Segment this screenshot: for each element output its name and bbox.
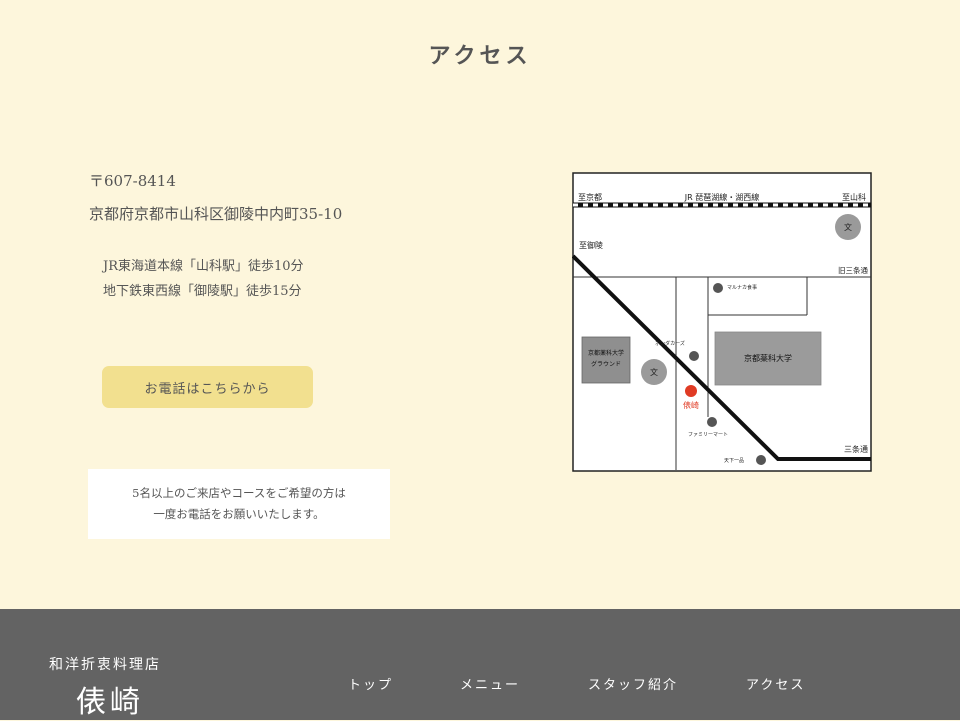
honda-cars-marker xyxy=(689,351,699,361)
phone-button[interactable]: お電話はこちらから xyxy=(102,366,313,408)
shop-marker xyxy=(685,385,697,397)
school-label: 文 xyxy=(650,367,658,377)
map-label-marunaka: マルナカ食事 xyxy=(727,284,757,291)
school-label: 文 xyxy=(844,222,852,232)
map-label-ground-1: 京都薬科大学 xyxy=(588,349,624,357)
route-subway: 地下鉄東西線「御陵駅」徒歩15分 xyxy=(103,284,302,299)
ground-block xyxy=(581,336,631,384)
map-label-kyu-sanjo: 旧三条通 xyxy=(838,265,868,275)
family-mart-marker xyxy=(707,417,717,427)
footer: 和洋折衷料理店 俵崎 トップ メニュー スタッフ紹介 アクセス xyxy=(0,609,960,720)
map-label-family-mart: ファミリーマート xyxy=(688,432,728,438)
map-label-to-yamashina: 至山科 xyxy=(842,192,866,202)
route-jr: JR東海道本線「山科駅」徒歩10分 xyxy=(103,259,304,274)
map-label-to-misasagi: 至御陵 xyxy=(579,240,603,250)
address: 京都府京都市山科区御陵中内町35-10 xyxy=(89,205,343,223)
tenkaippin-marker xyxy=(756,455,766,465)
page-title: アクセス xyxy=(428,43,532,69)
map-label-tenkaippin: 天下一品 xyxy=(724,458,744,464)
route-list: JR東海道本線「山科駅」徒歩10分 地下鉄東西線「御陵駅」徒歩15分 xyxy=(103,254,304,304)
notice-line: 一度お電話をお願いいたします。 xyxy=(153,507,325,521)
nav-top[interactable]: トップ xyxy=(348,674,393,693)
nav-staff[interactable]: スタッフ紹介 xyxy=(588,674,678,693)
notice-line: 5名以上のご来店やコースをご希望の方は xyxy=(132,486,346,500)
marunaka-marker xyxy=(713,283,723,293)
map-label-shop: 俵崎 xyxy=(683,400,699,410)
map-label-railway: JR 琵琶湖線・湖西線 xyxy=(684,192,759,202)
access-map: 至京都 JR 琵琶湖線・湖西線 至山科 至御陵 旧三条通 三条通 文 マルナカ食… xyxy=(572,172,872,472)
nav-menu[interactable]: メニュー xyxy=(460,674,520,693)
map-label-ground-2: グラウンド xyxy=(591,360,621,368)
footer-logo[interactable]: 俵崎 xyxy=(76,677,144,721)
map-label-sanjo: 三条通 xyxy=(844,444,868,454)
postal-code: 〒607-8414 xyxy=(89,172,176,190)
map-label-to-kyoto: 至京都 xyxy=(578,192,602,202)
map-label-university: 京都薬科大学 xyxy=(744,353,792,363)
map-label-honda-cars: ホンダカーズ xyxy=(655,340,685,347)
group-notice: 5名以上のご来店やコースをご希望の方は 一度お電話をお願いいたします。 xyxy=(88,469,390,539)
footer-subtitle: 和洋折衷料理店 xyxy=(49,657,161,673)
nav-access[interactable]: アクセス xyxy=(746,674,805,693)
